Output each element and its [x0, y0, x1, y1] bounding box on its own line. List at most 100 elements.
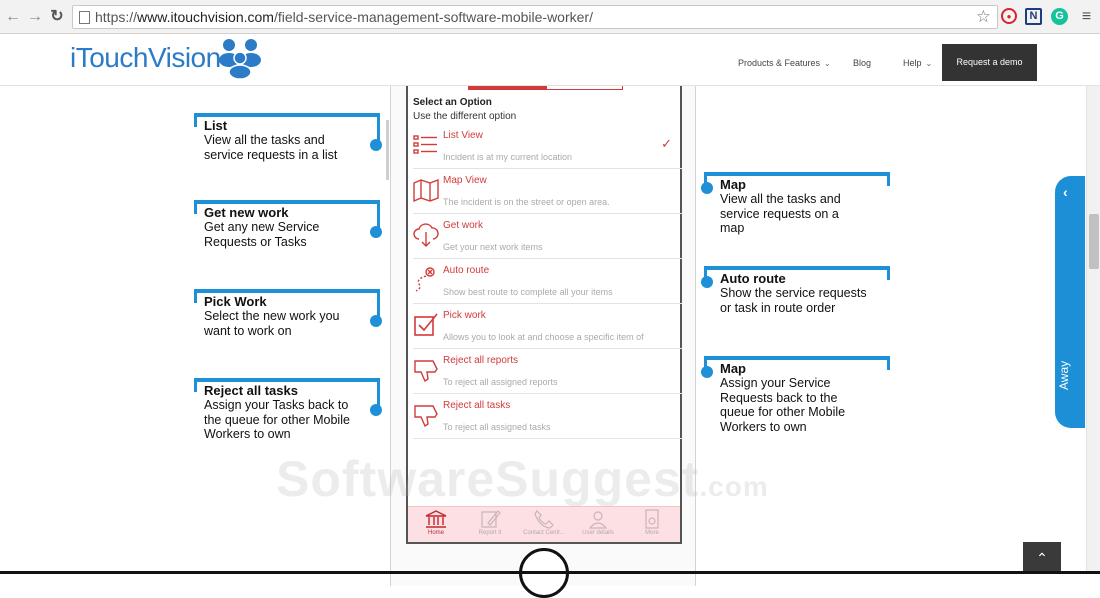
notion-icon[interactable]: N	[1025, 8, 1042, 25]
callout-dot	[701, 366, 713, 378]
callout-desc: Assign your Service Requests back to the…	[720, 376, 846, 434]
option-auto-route[interactable]: Auto route Show best route to complete a…	[413, 259, 682, 304]
callout-auto-route: Auto route Show the service requests or …	[701, 266, 890, 322]
back-to-top-button[interactable]: ⌃	[1023, 542, 1061, 574]
callout-reject-all-tasks: Reject all tasks Assign your Tasks back …	[194, 378, 382, 441]
phone-icon	[534, 510, 554, 529]
menu-blog[interactable]: Blog	[853, 58, 871, 68]
callout-title: Map	[720, 177, 746, 192]
tab-label: More	[645, 530, 659, 536]
callout-dot	[701, 182, 713, 194]
more-icon	[645, 509, 659, 529]
option-title: Get work	[443, 220, 484, 231]
logo[interactable]: iTouchVision	[70, 42, 221, 74]
user-icon	[588, 511, 608, 529]
forward-icon[interactable]: →	[26, 8, 44, 26]
option-title: Reject all reports	[443, 355, 519, 366]
tab-label: Home	[427, 530, 444, 536]
check-icon: ✓	[661, 136, 672, 151]
callout-desc: Select the new work you want to work on	[204, 309, 340, 338]
scrollbar-thumb[interactable]	[1089, 214, 1099, 269]
callout-map: Map View all the tasks and service reque…	[701, 172, 890, 235]
bank-icon	[425, 510, 447, 528]
callout-title: List	[204, 118, 228, 133]
url-text: https://www.itouchvision.com/field-servi…	[95, 9, 593, 25]
option-subtitle: Allows you to look at and choose a speci…	[443, 332, 644, 342]
option-subtitle: Get your next work items	[443, 242, 543, 252]
back-icon[interactable]: ←	[4, 8, 22, 26]
watermark: SoftwareSuggest.com	[276, 451, 769, 507]
chevron-down-icon: ⌄	[925, 59, 933, 68]
logo-people-icon	[219, 39, 261, 80]
grammarly-icon[interactable]: G	[1051, 8, 1068, 25]
option-list-view[interactable]: List View Incident is at my current loca…	[413, 124, 682, 169]
away-label: Away	[1057, 360, 1071, 390]
address-bar[interactable]: https://www.itouchvision.com/field-servi…	[72, 5, 998, 29]
section-title: Select an Option	[413, 97, 492, 108]
tab-contact-centre[interactable]: Contact Centr...	[517, 509, 571, 543]
option-get-work[interactable]: Get work Get your next work items	[413, 214, 682, 259]
section-subtitle: Use the different option	[413, 111, 517, 122]
tab-report-it[interactable]: Report it	[463, 509, 517, 543]
option-title: Pick work	[443, 310, 486, 321]
option-subtitle: To reject all assigned tasks	[443, 422, 551, 432]
callout-dot	[370, 226, 382, 238]
chevron-left-icon[interactable]: ‹	[1063, 184, 1068, 200]
page-icon	[79, 11, 90, 24]
chevron-up-icon: ⌃	[1036, 550, 1048, 566]
tab-user-details[interactable]: User details	[571, 509, 625, 543]
option-title: List View	[443, 130, 483, 141]
callout-dot	[370, 404, 382, 416]
tab-label: User details	[582, 530, 614, 536]
map-icon	[413, 178, 439, 203]
tab-more[interactable]: More	[625, 509, 679, 543]
tab-label: Report it	[478, 530, 502, 536]
callout-title: Pick Work	[204, 294, 267, 309]
tab-home[interactable]: Home	[409, 509, 463, 543]
option-title: Auto route	[443, 265, 490, 276]
option-subtitle: The incident is on the street or open ar…	[443, 197, 610, 207]
route-icon	[415, 267, 435, 292]
reload-icon[interactable]: ↻	[48, 8, 66, 26]
callout-list: List View all the tasks and service requ…	[194, 113, 382, 162]
callout-title: Map	[720, 361, 746, 376]
browser-toolbar: ← → ↻ https://www.itouchvision.com/field…	[0, 0, 1100, 34]
callout-map-assign: Map Assign your Service Requests back to…	[701, 356, 890, 434]
callout-dot	[701, 276, 713, 288]
option-subtitle: Show best route to complete all your ite…	[443, 287, 613, 297]
thumbs-down-icon	[414, 405, 438, 428]
request-demo-button[interactable]: Request a demo	[942, 44, 1037, 81]
callout-dot	[370, 139, 382, 151]
list-icon	[413, 135, 437, 154]
option-pick-work[interactable]: Pick work Allows you to look at and choo…	[413, 304, 682, 349]
page-scrollbar[interactable]	[1086, 86, 1100, 574]
option-map-view[interactable]: Map View The incident is on the street o…	[413, 169, 682, 214]
option-subtitle: Incident is at my current location	[443, 152, 573, 162]
thumbs-down-icon	[414, 360, 438, 383]
menu-products[interactable]: Products & Features ⌄	[738, 58, 831, 68]
menu-icon[interactable]: ≡	[1078, 8, 1095, 25]
menu-help[interactable]: Help ⌄	[903, 58, 932, 68]
bookmark-star-icon[interactable]: ☆	[976, 7, 991, 27]
tab-label: Contact Centr...	[523, 530, 565, 536]
callout-desc: Assign your Tasks back to the queue for …	[204, 398, 350, 442]
option-title: Map View	[443, 175, 487, 186]
chevron-down-icon: ⌄	[824, 59, 831, 68]
callout-desc: View all the tasks and service requests …	[720, 192, 841, 236]
callout-get-new-work: Get new work Get any new Service Request…	[194, 200, 382, 249]
away-chat-widget[interactable]: ‹ Away	[1055, 176, 1085, 428]
option-reject-all-reports[interactable]: Reject all reports To reject all assigne…	[413, 349, 682, 394]
option-title: Reject all tasks	[443, 400, 511, 411]
callout-desc: Get any new Service Requests or Tasks	[204, 220, 320, 249]
decorative-bar	[386, 120, 389, 180]
callout-desc: View all the tasks and service requests …	[204, 133, 338, 162]
callout-title: Reject all tasks	[204, 383, 298, 398]
phone-tabbar: Home Report it Contact Centr... User det…	[408, 506, 680, 542]
option-reject-all-tasks[interactable]: Reject all tasks To reject all assigned …	[413, 394, 682, 439]
option-subtitle: To reject all assigned reports	[443, 377, 558, 387]
callout-title: Auto route	[720, 271, 786, 286]
callout-pick-work: Pick Work Select the new work you want t…	[194, 289, 382, 338]
phone-mockup: Select an Option Use the different optio…	[390, 86, 696, 598]
target-icon[interactable]: ●	[1001, 8, 1017, 24]
callout-dot	[370, 315, 382, 327]
